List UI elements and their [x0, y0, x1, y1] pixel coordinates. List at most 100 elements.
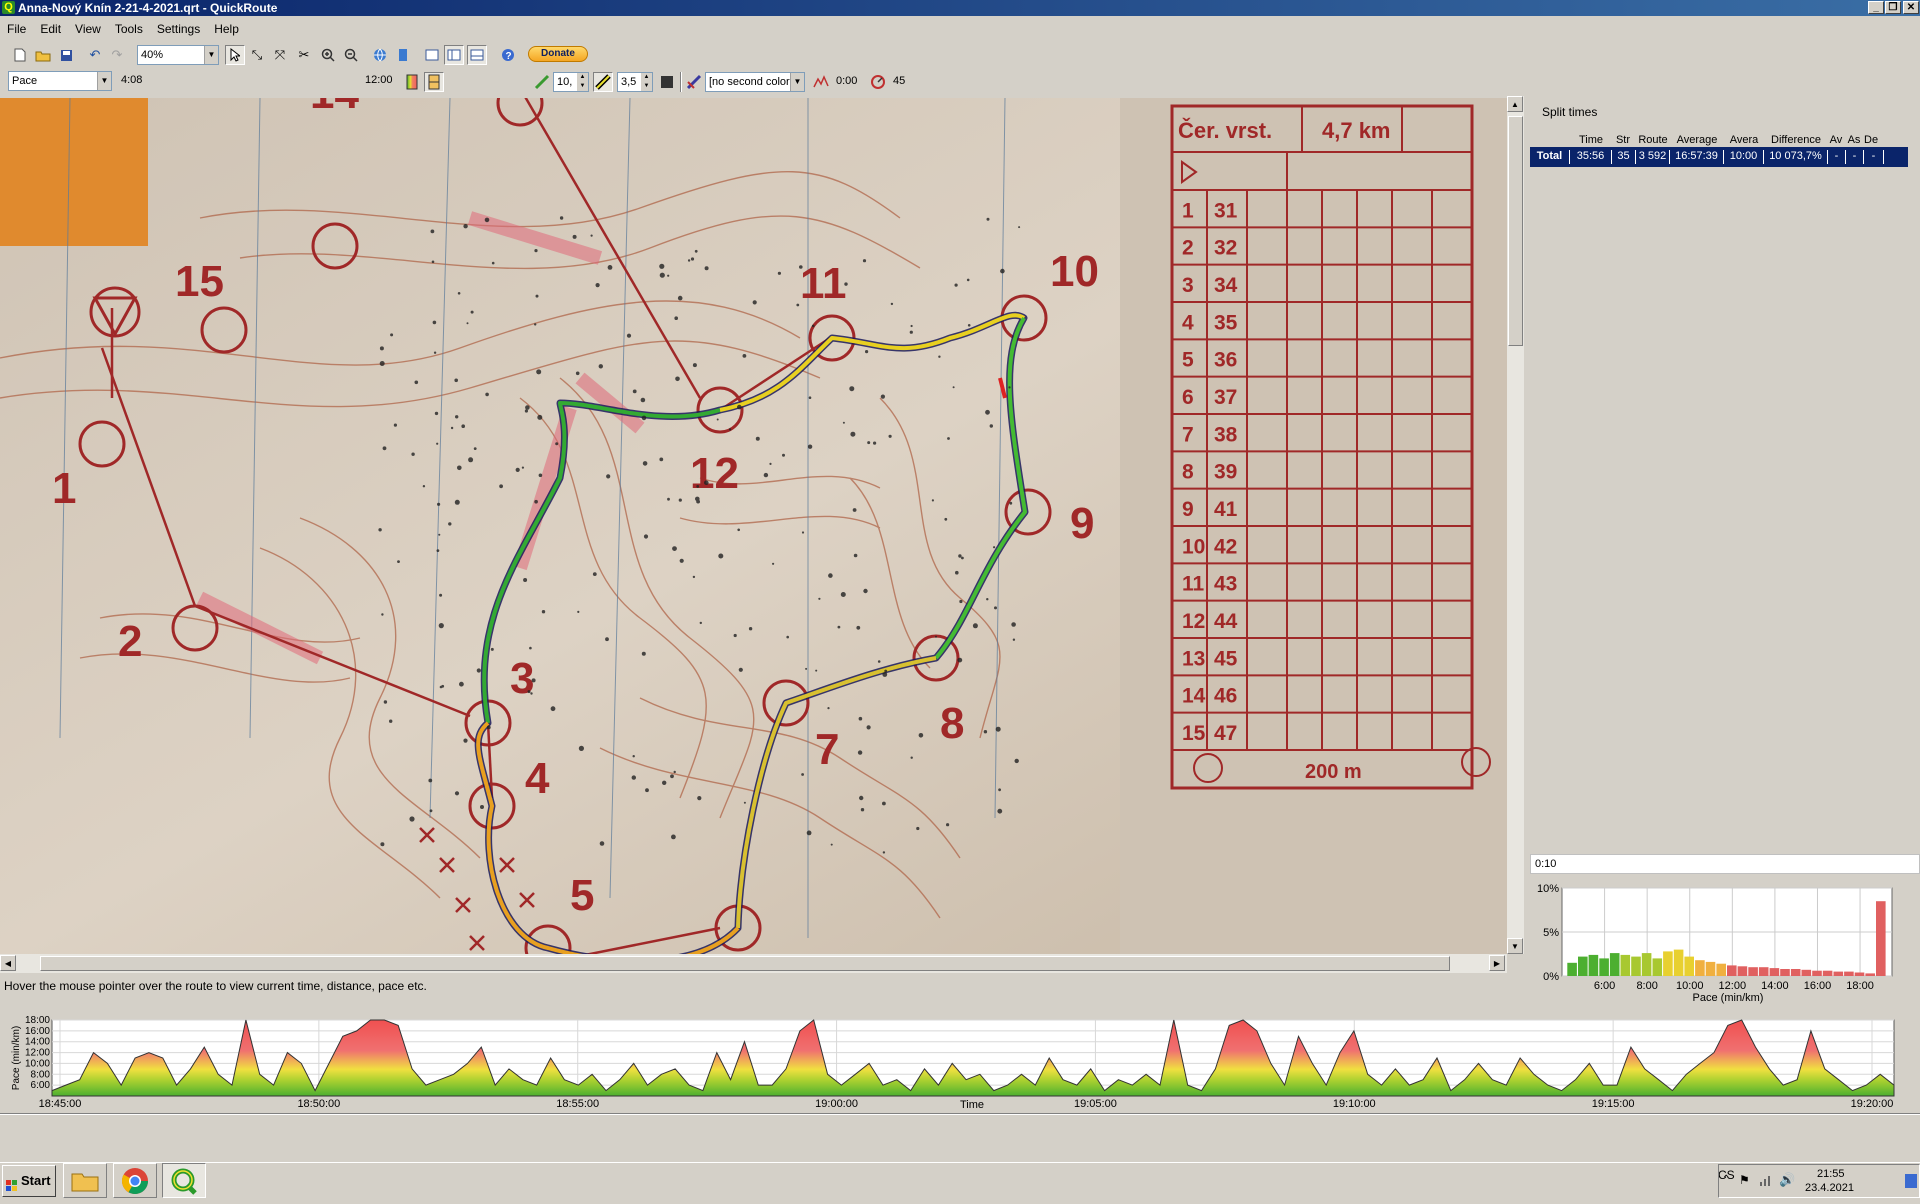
adjust-route-icon[interactable]: ⤡ — [247, 45, 267, 65]
network-icon[interactable] — [1759, 1173, 1773, 1190]
minimize-button[interactable]: _ — [1868, 1, 1884, 14]
second-color-select[interactable]: [no second color ▼ — [705, 72, 805, 92]
zoom-out-icon[interactable] — [341, 45, 361, 65]
quickroute-icon[interactable] — [162, 1163, 206, 1198]
horizontal-scroll-thumb[interactable] — [40, 956, 1450, 971]
scissors-icon[interactable]: ✂ — [294, 45, 314, 65]
map-horizontal-scrollbar[interactable]: ◀ ▶ — [0, 954, 1507, 973]
col-str[interactable]: Str — [1612, 134, 1634, 146]
map-dot — [865, 350, 869, 354]
description-row-number: 5 — [1182, 349, 1194, 372]
zoom-select[interactable]: 40% ▼ — [137, 45, 219, 65]
col-as[interactable]: As — [1846, 134, 1862, 146]
status-message: Hover the mouse pointer over the route t… — [4, 979, 427, 993]
donate-button[interactable]: Donate — [528, 46, 588, 62]
chrome-icon[interactable] — [113, 1163, 157, 1198]
zoom-in-icon[interactable] — [318, 45, 338, 65]
close-button[interactable]: ✕ — [1903, 1, 1919, 14]
col-average-pace[interactable]: Avera — [1724, 134, 1764, 146]
circle-time-icon[interactable] — [868, 72, 888, 92]
map-dot — [801, 531, 805, 534]
map-dot — [852, 508, 857, 512]
map-dot — [777, 271, 782, 275]
histogram-bin-width[interactable]: 0:10 — [1530, 854, 1920, 874]
map-dot — [530, 692, 533, 695]
col-time[interactable]: Time — [1570, 134, 1612, 146]
menu-file[interactable]: File — [0, 18, 33, 40]
smoothing-value[interactable]: 0:00 — [833, 72, 873, 92]
histogram-bar — [1801, 969, 1812, 976]
map-dot — [884, 669, 888, 673]
start-button[interactable]: Start — [2, 1165, 56, 1197]
histogram-x-tick: 6:00 — [1594, 980, 1615, 992]
menu-edit[interactable]: Edit — [33, 18, 68, 40]
help-icon[interactable]: ? — [498, 45, 518, 65]
globe-icon[interactable] — [370, 45, 390, 65]
histogram-bar — [1854, 972, 1865, 976]
color-coding-select[interactable]: Pace ▼ — [8, 71, 112, 91]
clock-date[interactable]: 23.4.2021 — [1805, 1182, 1854, 1194]
map-dot — [677, 295, 683, 301]
line-width-icon[interactable] — [532, 72, 552, 92]
col-average[interactable]: Average — [1670, 134, 1724, 146]
pace-time-graph[interactable]: 18:0016:0014:0012:0010:008:006:00 18:45:… — [0, 1010, 1920, 1110]
map-dot — [931, 499, 935, 502]
split-total-row[interactable]: Total 35:56 35 3 592 16:57:39 10:00 10 0… — [1530, 147, 1908, 167]
map-dot — [955, 570, 959, 575]
time-graph-x-tick: 18:50:00 — [297, 1098, 340, 1110]
range-high-value[interactable]: 12:00 — [362, 71, 402, 91]
col-difference[interactable]: Difference — [1764, 134, 1828, 146]
map-dot — [958, 554, 962, 558]
volume-icon[interactable]: 🔊 — [1779, 1172, 1795, 1188]
new-file-icon[interactable] — [10, 45, 30, 65]
vertical-scroll-thumb[interactable] — [1508, 116, 1523, 346]
redo-icon[interactable]: ↷ — [107, 45, 127, 65]
menu-view[interactable]: View — [68, 18, 108, 40]
col-route[interactable]: Route — [1636, 134, 1670, 146]
range-low-value[interactable]: 4:08 — [118, 71, 162, 91]
map-dot — [393, 423, 397, 427]
range-lock-icon[interactable] — [424, 72, 444, 92]
mask-color-icon[interactable] — [657, 72, 677, 92]
map-dot — [429, 809, 433, 813]
menu-tools[interactable]: Tools — [108, 18, 150, 40]
col-de[interactable]: De — [1864, 134, 1878, 146]
maximize-button[interactable]: ❐ — [1885, 1, 1901, 14]
map-dot — [480, 805, 484, 809]
clock-time[interactable]: 21:55 — [1817, 1168, 1845, 1180]
menu-help[interactable]: Help — [207, 18, 246, 40]
map-dot — [818, 597, 821, 600]
second-color-icon[interactable] — [684, 72, 704, 92]
layout-split-icon[interactable] — [467, 45, 487, 65]
open-folder-icon[interactable] — [33, 45, 53, 65]
cell-route: 3 592 — [1636, 150, 1670, 164]
map-dot — [808, 396, 812, 400]
cut-route-icon[interactable]: ⤧ — [270, 45, 290, 65]
map-dot — [537, 414, 543, 420]
mask-width-icon[interactable] — [593, 72, 613, 92]
flag-icon[interactable]: ⚑ — [1739, 1173, 1750, 1187]
circle-time-value[interactable]: 45 — [890, 72, 920, 92]
menu-settings[interactable]: Settings — [150, 18, 207, 40]
col-av[interactable]: Av — [1828, 134, 1844, 146]
orienteering-map[interactable]: 1 2 3 4 5 6 7 8 9 10 11 12 14 15 — [0, 98, 1507, 954]
map-view[interactable]: 1 2 3 4 5 6 7 8 9 10 11 12 14 15 — [0, 98, 1507, 954]
layout-icon[interactable] — [444, 45, 464, 65]
show-hidden-icons-icon[interactable]: ⌃ — [1722, 1174, 1730, 1185]
show-desktop-icon[interactable] — [1905, 1174, 1917, 1188]
image-icon[interactable] — [422, 45, 442, 65]
file-explorer-icon[interactable] — [63, 1163, 107, 1198]
auto-range-icon[interactable] — [402, 72, 422, 92]
line-width-spinner[interactable]: 10, ▲ ▼ — [553, 72, 589, 92]
map-dot — [772, 562, 775, 565]
export-icon[interactable] — [393, 45, 413, 65]
description-row-number: 9 — [1182, 498, 1194, 521]
map-vertical-scrollbar[interactable]: ▲ ▼ — [1507, 96, 1524, 954]
map-dot — [527, 690, 531, 694]
undo-icon[interactable]: ↶ — [85, 45, 105, 65]
svg-text:1: 1 — [52, 464, 76, 513]
smoothing-icon[interactable] — [811, 72, 831, 92]
pointer-icon[interactable] — [225, 45, 245, 65]
save-icon[interactable] — [56, 45, 76, 65]
mask-width-spinner[interactable]: 3,5 ▲ ▼ — [617, 72, 653, 92]
